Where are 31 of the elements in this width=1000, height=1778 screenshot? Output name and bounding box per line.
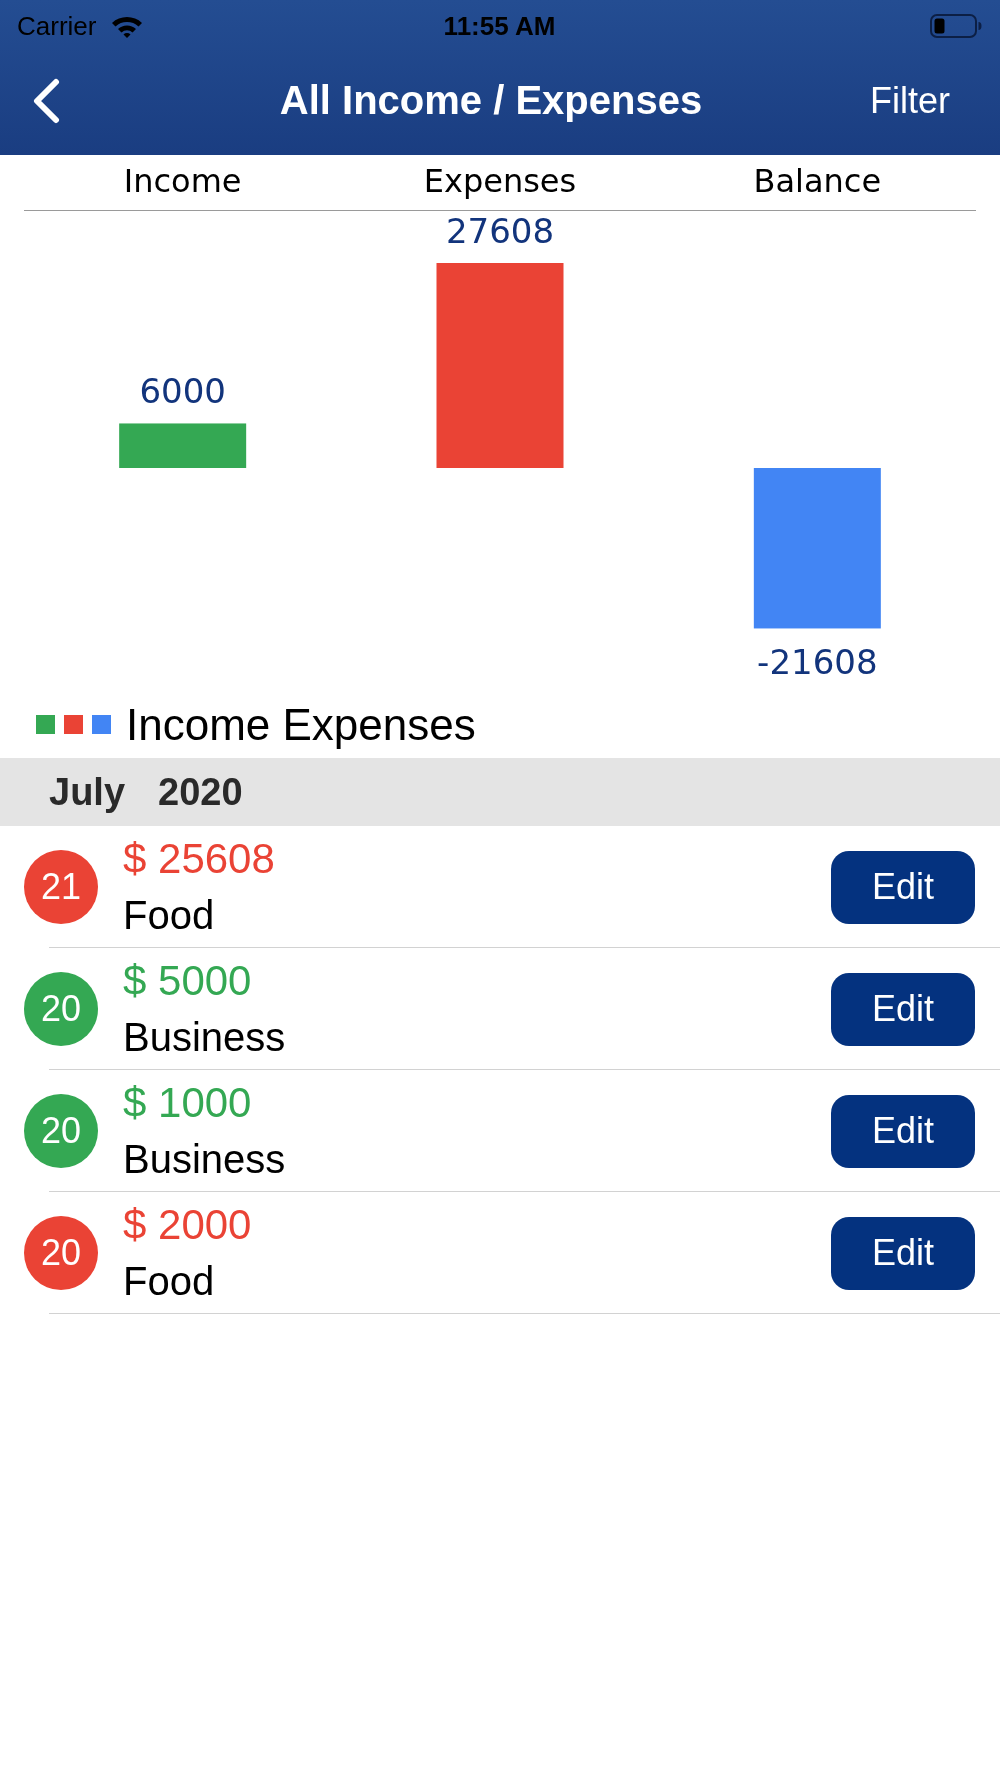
column-heading: Balance [753,161,882,200]
filter-button[interactable]: Filter [870,79,950,122]
amount-label: $ 1000 [123,1078,253,1128]
amount-label: $ 2000 [123,1200,252,1250]
status-time: 11:55 AM [443,10,556,42]
day-badge: 20 [24,1216,98,1290]
amount-label: $ 25608 [123,834,275,884]
column-heading: Income [123,161,242,200]
bar-value-label: -21608 [757,642,878,683]
category-label: Food [123,1258,216,1305]
bar-value-label: 27608 [445,211,555,251]
category-label: Business [123,1136,286,1183]
edit-button[interactable]: Edit [831,1094,975,1168]
screen-title: All Income / Expenses [279,78,703,123]
day-badge: 20 [24,972,98,1046]
year-label: 2020 [158,770,243,814]
bar-value-label: 6000 [139,371,226,412]
category-label: Food [123,892,216,939]
column-heading: Expenses [423,161,577,200]
category-label: Business [123,1014,286,1061]
edit-button[interactable]: Edit [831,972,975,1046]
amount-label: $ 5000 [123,956,253,1006]
carrier-label: Carrier [17,10,97,42]
battery-icon [930,14,982,38]
edit-button[interactable]: Edit [831,850,975,924]
edit-button[interactable]: Edit [831,1216,975,1290]
day-badge: 21 [24,850,98,924]
day-badge: 20 [24,1094,98,1168]
legend-label: Income Expenses [126,699,476,750]
month-label: July [49,770,126,814]
back-icon[interactable] [32,77,60,124]
